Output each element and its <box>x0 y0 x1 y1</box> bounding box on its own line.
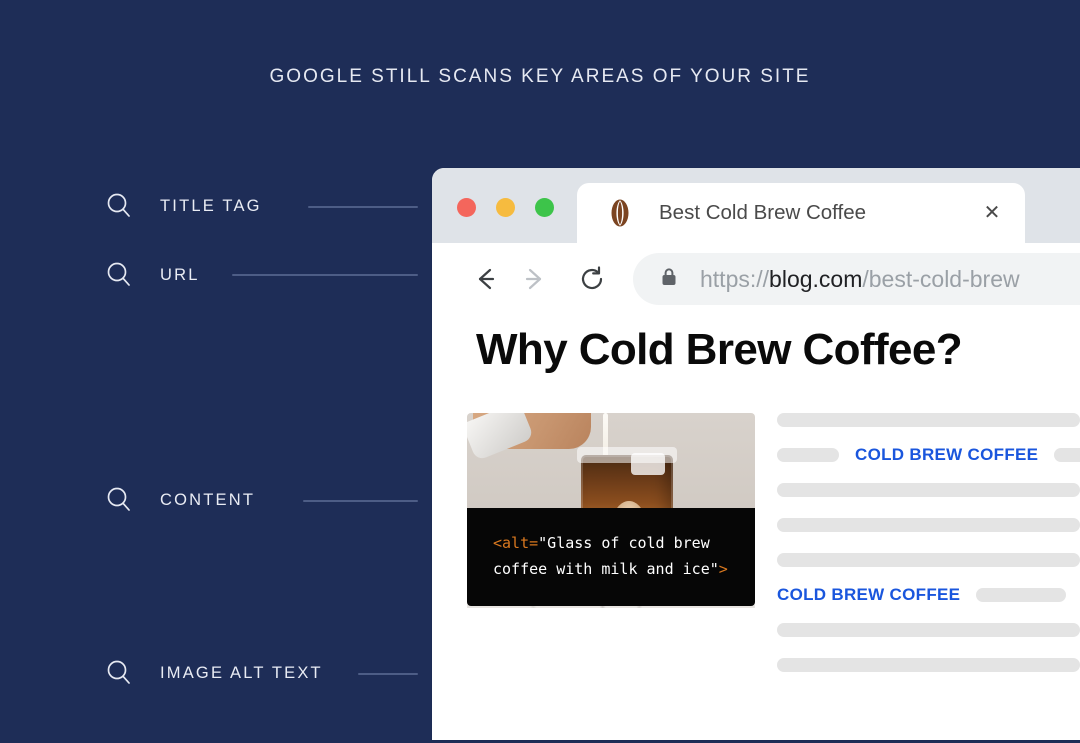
lock-icon <box>660 267 678 292</box>
traffic-lights <box>457 198 554 217</box>
placeholder-bar <box>777 623 1080 637</box>
article-body: COLD BREW COFFEE COLD BREW COFFEE <box>777 413 1080 693</box>
inline-link[interactable]: COLD BREW COFFEE <box>777 585 960 605</box>
body-row <box>777 658 1080 672</box>
body-row <box>777 623 1080 637</box>
placeholder-bar <box>777 413 1080 427</box>
tab-title: Best Cold Brew Coffee <box>659 201 867 224</box>
checklist-item-content[interactable]: CONTENT <box>104 483 255 517</box>
connector-line-url <box>232 274 418 276</box>
image-alt-code: <alt="Glass of cold brew coffee with mil… <box>467 508 755 606</box>
connector-line-image-alt-text <box>358 673 418 675</box>
browser-title-bar: Best Cold Brew Coffee ✕ <box>432 168 1080 243</box>
coffee-bean-icon <box>607 198 633 228</box>
body-row <box>777 483 1080 497</box>
checklist-item-label: CONTENT <box>160 490 256 509</box>
checklist-item-url[interactable]: URL <box>104 258 200 292</box>
close-window-button[interactable] <box>457 198 476 217</box>
placeholder-bar <box>976 588 1067 602</box>
inline-link[interactable]: COLD BREW COFFEE <box>855 445 1038 465</box>
address-bar-url: https://blog.com/best-cold-brew <box>700 266 1020 293</box>
search-icon <box>104 191 134 221</box>
checklist-item-label: URL <box>160 265 200 284</box>
search-icon <box>104 260 134 290</box>
search-icon <box>104 658 134 688</box>
maximize-window-button[interactable] <box>535 198 554 217</box>
alt-code-prefix: <alt= <box>493 534 539 552</box>
close-icon[interactable]: ✕ <box>981 203 1003 223</box>
slide-canvas: GOOGLE STILL SCANS KEY AREAS OF YOUR SIT… <box>0 0 1080 743</box>
alt-code-suffix: > <box>718 560 728 578</box>
url-path: /best-cold-brew <box>862 265 1020 292</box>
minimize-window-button[interactable] <box>496 198 515 217</box>
page-content: Why Cold Brew Coffee? <alt="Glass of col… <box>432 315 1080 740</box>
body-row <box>777 553 1080 567</box>
url-scheme: https:// <box>700 265 770 292</box>
checklist: TITLE TAG URL CONTENT IMAGE ALT TEXT <box>0 0 432 743</box>
checklist-item-label: TITLE TAG <box>160 196 262 215</box>
placeholder-bar <box>777 658 1080 672</box>
body-row: COLD BREW COFFEE <box>777 445 1080 465</box>
browser-nav-bar: https://blog.com/best-cold-brew <box>432 243 1080 315</box>
body-row <box>777 413 1080 427</box>
body-row <box>777 518 1080 532</box>
checklist-item-label: IMAGE ALT TEXT <box>160 663 323 682</box>
forward-arrow-icon[interactable] <box>512 257 556 301</box>
checklist-item-image-alt-text[interactable]: IMAGE ALT TEXT <box>104 656 323 690</box>
back-arrow-icon[interactable] <box>464 257 508 301</box>
photo-ice-cube <box>631 453 665 475</box>
search-icon <box>104 485 134 515</box>
checklist-item-title-tag[interactable]: TITLE TAG <box>104 189 262 223</box>
placeholder-bar <box>777 448 839 462</box>
body-row: COLD BREW COFFEE <box>777 585 1080 605</box>
reload-icon[interactable] <box>570 257 614 301</box>
article-heading: Why Cold Brew Coffee? <box>476 325 963 374</box>
placeholder-bar <box>777 553 1080 567</box>
browser-window: Best Cold Brew Coffee ✕ https://blog.com… <box>432 168 1080 740</box>
placeholder-bar <box>1054 448 1080 462</box>
browser-tab[interactable]: Best Cold Brew Coffee ✕ <box>577 183 1025 243</box>
address-bar[interactable]: https://blog.com/best-cold-brew <box>633 253 1080 305</box>
placeholder-bar <box>777 483 1080 497</box>
placeholder-bar <box>777 518 1080 532</box>
connector-line-content <box>303 500 418 502</box>
url-host: blog.com <box>769 265 863 292</box>
connector-line-title-tag <box>308 206 418 208</box>
